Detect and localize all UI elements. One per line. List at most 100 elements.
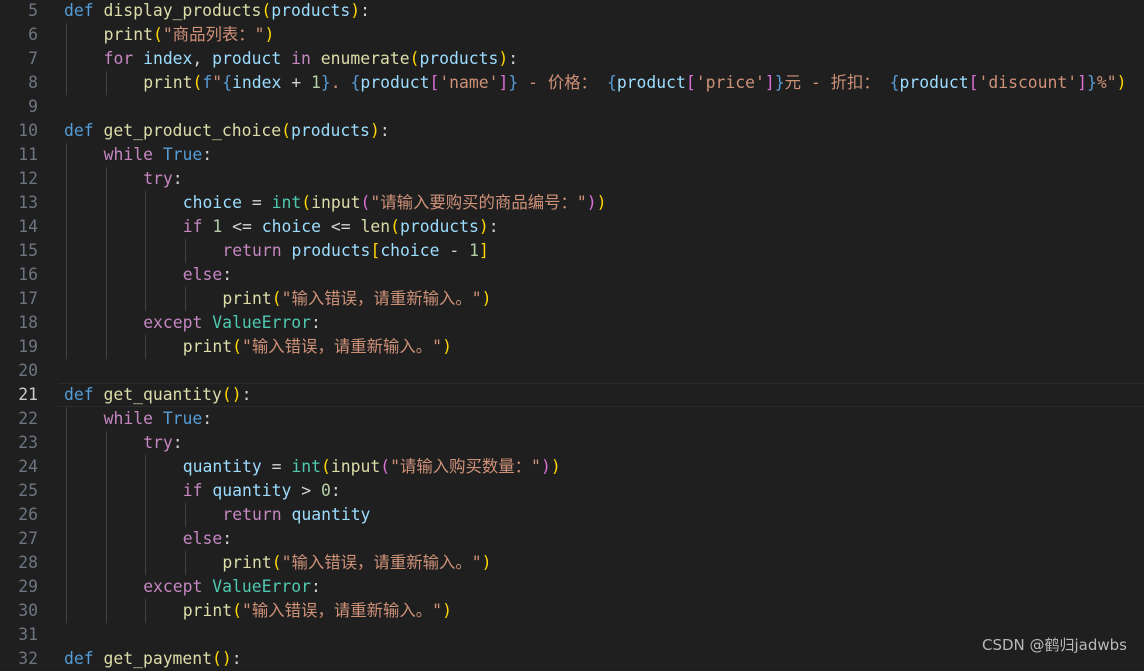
- code-token: (: [271, 289, 282, 308]
- code-token: while: [103, 409, 153, 428]
- code-text: print(f"{index + 1}. {product['name']} -…: [143, 71, 1126, 95]
- indent-guide: [184, 551, 186, 575]
- code-token: ): [481, 289, 492, 308]
- code-token: [: [968, 73, 979, 92]
- indent-guide: [105, 191, 107, 215]
- code-token: ): [481, 553, 492, 572]
- code-text: for index, product in enumerate(products…: [104, 47, 519, 71]
- code-line[interactable]: 9: [0, 95, 1144, 119]
- indent-guide: [66, 527, 67, 551]
- line-number: 19: [18, 337, 38, 356]
- indent-guide: [66, 431, 67, 455]
- code-line[interactable]: 12 try:: [0, 167, 1144, 191]
- code-line[interactable]: 32 def get_payment():: [0, 647, 1144, 671]
- code-line[interactable]: 31: [0, 623, 1144, 647]
- indent-guide: [105, 287, 107, 311]
- code-line[interactable]: 7 for index, product in enumerate(product…: [0, 47, 1144, 71]
- code-token: products: [291, 241, 371, 260]
- code-line[interactable]: 16 else:: [0, 263, 1144, 287]
- code-token: }: [508, 73, 519, 92]
- code-text: quantity = int(input("请输入购买数量：")): [183, 455, 561, 479]
- code-token: else: [182, 529, 223, 548]
- code-text: while True:: [104, 143, 213, 167]
- code-token: print: [103, 25, 153, 44]
- code-token: return: [222, 241, 282, 260]
- code-token: "输入错误，请重新输入。": [242, 337, 443, 356]
- code-line[interactable]: 21 def get_quantity():: [0, 383, 1144, 407]
- code-token: :: [231, 649, 242, 668]
- code-line[interactable]: 10 def get_product_choice(products):: [0, 119, 1144, 143]
- line-number: 20: [18, 361, 38, 380]
- code-token: .: [330, 73, 351, 92]
- code-line[interactable]: 29 except ValueError:: [0, 575, 1144, 599]
- code-token: except: [143, 313, 203, 332]
- indent-guide: [66, 503, 67, 527]
- indent-guide: [105, 431, 107, 455]
- code-editor[interactable]: 5 def display_products(products): 6 print("…: [0, 0, 1144, 668]
- code-line[interactable]: 5 def display_products(products):: [0, 0, 1144, 23]
- code-line[interactable]: 22 while True:: [0, 407, 1144, 431]
- line-number: 8: [28, 73, 38, 92]
- indent-guide: [66, 263, 67, 287]
- code-line[interactable]: 23 try:: [0, 431, 1144, 455]
- code-token: -: [439, 241, 470, 260]
- line-number: 5: [28, 1, 38, 20]
- code-token: get_payment: [103, 649, 213, 668]
- code-line[interactable]: 26 return quantity: [0, 503, 1144, 527]
- code-line[interactable]: 27 else:: [0, 527, 1144, 551]
- code-token: (): [212, 649, 232, 668]
- code-token: products: [419, 49, 499, 68]
- code-line[interactable]: 30 print("输入错误，请重新输入。"): [0, 599, 1144, 623]
- code-line[interactable]: 28 print("输入错误，请重新输入。"): [0, 551, 1144, 575]
- code-token: :: [310, 577, 321, 596]
- indent-guide: [184, 287, 186, 311]
- code-line[interactable]: 15 return products[choice - 1]: [0, 239, 1144, 263]
- code-line[interactable]: 19 print("输入错误，请重新输入。"): [0, 335, 1144, 359]
- indent-guide: [145, 479, 147, 503]
- code-token: =: [261, 457, 292, 476]
- code-token: {: [222, 73, 233, 92]
- line-number: 15: [18, 241, 38, 260]
- indent-guide: [66, 311, 67, 335]
- code-line[interactable]: 6 print("商品列表："): [0, 23, 1144, 47]
- code-token: :: [202, 409, 213, 428]
- code-line[interactable]: 17 print("输入错误，请重新输入。"): [0, 287, 1144, 311]
- code-token: ]: [1077, 73, 1088, 92]
- indent-guide: [66, 455, 67, 479]
- code-token: :: [172, 169, 183, 188]
- code-line[interactable]: 25 if quantity > 0:: [0, 479, 1144, 503]
- code-token: ): [442, 601, 452, 620]
- indent-guide: [105, 503, 107, 527]
- line-number: 9: [28, 97, 38, 116]
- code-token: "请输入购买数量：": [390, 457, 541, 476]
- line-number: 18: [18, 313, 38, 332]
- code-text: choice = int(input("请输入要购买的商品编号：")): [183, 191, 607, 215]
- code-line[interactable]: 18 except ValueError:: [0, 311, 1144, 335]
- code-token: ): [596, 193, 607, 212]
- line-number: 11: [18, 145, 38, 164]
- code-line[interactable]: 13 choice = int(input("请输入要购买的商品编号：")): [0, 191, 1144, 215]
- line-number: 30: [18, 601, 38, 620]
- line-number: 26: [18, 505, 38, 524]
- code-token: index: [232, 73, 282, 92]
- indent-guide: [66, 575, 67, 599]
- code-line[interactable]: 11 while True:: [0, 143, 1144, 167]
- code-text: print("输入错误，请重新输入。"): [183, 335, 452, 359]
- indent-guide: [105, 311, 107, 335]
- code-text: print("输入错误，请重新输入。"): [222, 551, 491, 575]
- code-line[interactable]: 20: [0, 359, 1144, 383]
- code-line[interactable]: 24 quantity = int(input("请输入购买数量：")): [0, 455, 1144, 479]
- code-token: 'price': [695, 73, 765, 92]
- code-line[interactable]: 8 print(f"{index + 1}. {product['name']} …: [0, 71, 1144, 95]
- line-number: 25: [18, 481, 38, 500]
- code-token: 'name': [439, 73, 499, 92]
- code-token: ): [498, 49, 509, 68]
- code-token: quantity: [291, 505, 371, 524]
- code-line[interactable]: 14 if 1 <= choice <= len(products):: [0, 215, 1144, 239]
